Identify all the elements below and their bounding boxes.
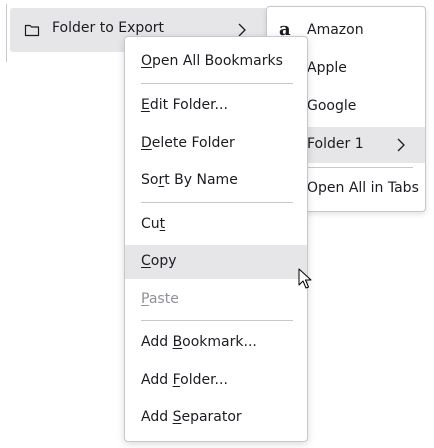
bookmark-label: Google [307, 98, 357, 114]
folder-label: Folder 1 [307, 136, 364, 152]
menu-separator [141, 320, 293, 321]
open-all-label: Open All in Tabs [307, 180, 419, 196]
bookmarks-menu-screen: Folder to Export a Amazon Apple Google F… [0, 0, 434, 448]
menu-item-label: Sort By Name [141, 172, 238, 188]
menu-separator [141, 83, 293, 84]
menu-item-label: Open All Bookmarks [141, 53, 283, 69]
bookmark-context-menu: Open All Bookmarks Edit Folder... Delete… [124, 36, 308, 442]
menu-item-label: Paste [141, 291, 179, 307]
open-all-bookmarks-item[interactable]: Open All Bookmarks [125, 45, 307, 79]
menu-item-label: Add Separator [141, 409, 242, 425]
sort-by-name-item[interactable]: Sort By Name [125, 164, 307, 198]
menu-border [6, 4, 7, 62]
menu-item-label: Add Folder... [141, 372, 228, 388]
menu-separator [141, 202, 293, 203]
folder-icon [24, 24, 40, 37]
bookmark-label: Amazon [307, 22, 364, 38]
mouse-pointer-icon [298, 268, 312, 289]
delete-folder-item[interactable]: Delete Folder [125, 127, 307, 161]
menu-item-label: Copy [141, 253, 177, 269]
add-bookmark-item[interactable]: Add Bookmark... [125, 326, 307, 360]
add-folder-item[interactable]: Add Folder... [125, 364, 307, 398]
folder-to-export-label: Folder to Export [52, 20, 165, 36]
paste-item[interactable]: Paste [125, 283, 307, 317]
menu-item-label: Cut [141, 216, 166, 232]
chevron-right-icon [397, 138, 405, 152]
cut-item[interactable]: Cut [125, 208, 307, 242]
menu-item-label: Edit Folder... [141, 97, 228, 113]
menu-item-label: Delete Folder [141, 135, 235, 151]
bookmark-label: Apple [307, 60, 347, 76]
copy-item[interactable]: Copy [125, 245, 307, 279]
edit-folder-item[interactable]: Edit Folder... [125, 89, 307, 123]
add-separator-item[interactable]: Add Separator [125, 401, 307, 435]
menu-item-label: Add Bookmark... [141, 334, 257, 350]
